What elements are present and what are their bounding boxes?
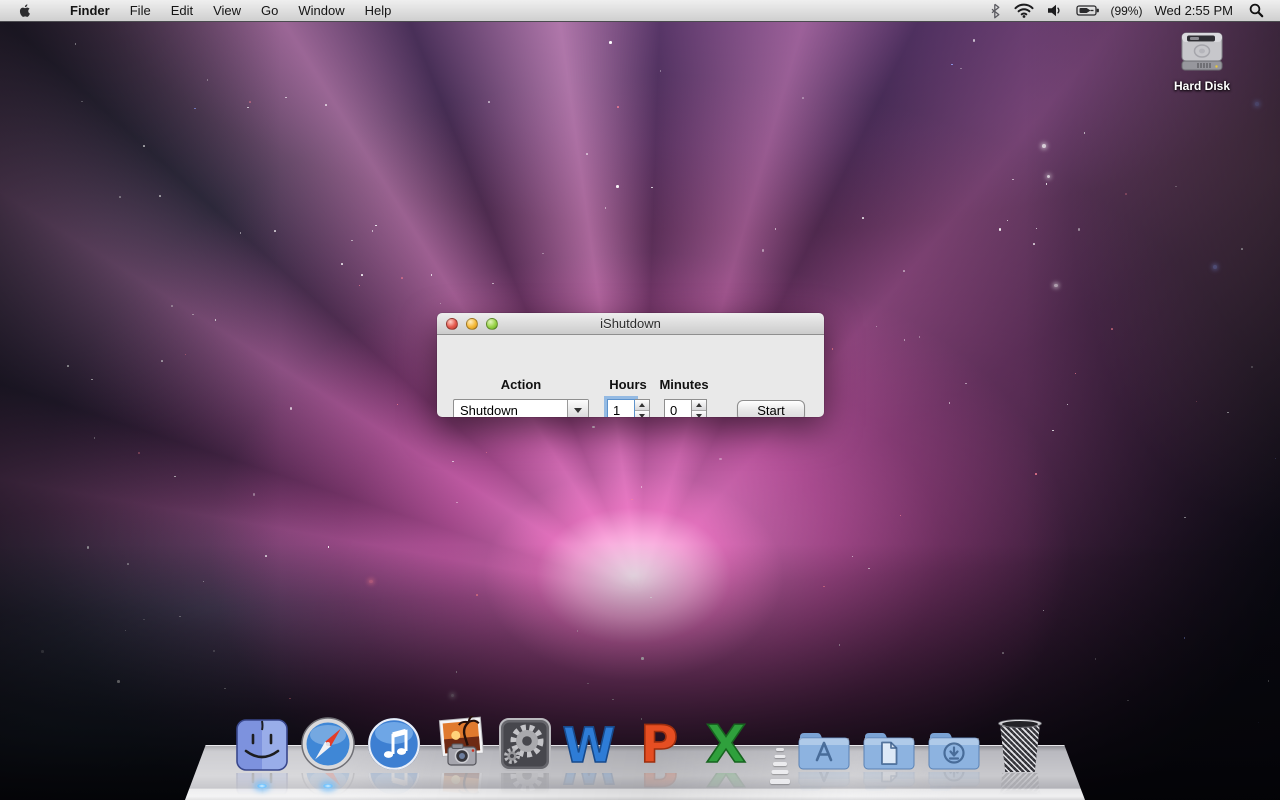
dock-item-word[interactable]: W W bbox=[561, 712, 617, 772]
menu-item-go[interactable]: Go bbox=[251, 0, 288, 22]
system-preferences-icon bbox=[498, 717, 552, 772]
dock-item-downloads-folder[interactable] bbox=[925, 726, 983, 772]
dock-item-powerpoint[interactable]: P P bbox=[633, 712, 685, 772]
window-titlebar[interactable]: iShutdown bbox=[437, 313, 824, 335]
hours-label: Hours bbox=[605, 377, 651, 392]
safari-running-indicator bbox=[322, 783, 334, 789]
volume-menu-extra[interactable] bbox=[1044, 0, 1066, 22]
action-dropdown[interactable]: Shutdown bbox=[453, 399, 589, 417]
battery-menu-extra[interactable] bbox=[1072, 0, 1104, 22]
svg-text:P: P bbox=[640, 715, 678, 772]
window-body: Action Hours Minutes Shutdown 1 0 Start bbox=[437, 335, 824, 417]
dock-item-system-preferences[interactable] bbox=[498, 717, 552, 772]
menu-item-file[interactable]: File bbox=[120, 0, 161, 22]
minutes-input[interactable]: 0 bbox=[664, 399, 692, 417]
dock-item-applications-folder[interactable] bbox=[795, 726, 853, 772]
arrow-down-icon bbox=[639, 414, 645, 417]
action-label: Action bbox=[453, 377, 589, 392]
apple-logo bbox=[18, 2, 34, 19]
dock-divider bbox=[768, 747, 792, 787]
menu-item-view[interactable]: View bbox=[203, 0, 251, 22]
dock-item-image-capture[interactable] bbox=[432, 716, 488, 772]
hours-step-up-button[interactable] bbox=[635, 400, 649, 411]
applications-folder-icon bbox=[795, 726, 853, 772]
spotlight-icon bbox=[1249, 3, 1264, 18]
menu-item-edit[interactable]: Edit bbox=[161, 0, 203, 22]
hours-step-down-button[interactable] bbox=[635, 411, 649, 417]
excel-icon: X bbox=[700, 712, 752, 772]
battery-percent: (99%) bbox=[1110, 4, 1142, 18]
svg-text:X: X bbox=[706, 715, 746, 772]
dock-item-documents-folder[interactable] bbox=[860, 726, 918, 772]
menu-bar: Finder File Edit View Go Window Help bbox=[0, 0, 1280, 22]
finder-icon bbox=[236, 718, 288, 772]
ishutdown-window: iShutdown Action Hours Minutes Shutdown … bbox=[437, 313, 824, 417]
wifi-menu-extra[interactable] bbox=[1010, 0, 1038, 22]
word-icon: W bbox=[561, 712, 617, 772]
hard-disk-icon bbox=[1177, 28, 1227, 76]
menu-item-help[interactable]: Help bbox=[355, 0, 402, 22]
start-button[interactable]: Start bbox=[737, 400, 805, 417]
arrow-down-icon bbox=[696, 414, 702, 417]
svg-text:W: W bbox=[563, 718, 616, 772]
spotlight-menu-extra[interactable] bbox=[1245, 0, 1268, 22]
dock-item-trash[interactable] bbox=[997, 719, 1043, 772]
chevron-down-icon bbox=[574, 408, 582, 413]
window-title: iShutdown bbox=[600, 316, 661, 331]
menu-item-window[interactable]: Window bbox=[288, 0, 354, 22]
itunes-icon bbox=[367, 716, 421, 772]
minutes-label: Minutes bbox=[656, 377, 712, 392]
action-dropdown-value: Shutdown bbox=[454, 400, 567, 417]
minimize-button[interactable] bbox=[466, 318, 478, 330]
bluetooth-menu-extra[interactable] bbox=[986, 0, 1004, 22]
dock-item-safari[interactable] bbox=[301, 716, 355, 772]
wifi-icon bbox=[1014, 3, 1034, 18]
arrow-up-icon bbox=[639, 403, 645, 407]
downloads-folder-icon bbox=[925, 726, 983, 772]
minutes-stepper bbox=[692, 399, 707, 417]
menu-bar-clock[interactable]: Wed 2:55 PM bbox=[1148, 3, 1239, 18]
safari-icon bbox=[301, 716, 355, 772]
close-button[interactable] bbox=[446, 318, 458, 330]
finder-running-indicator bbox=[256, 783, 268, 789]
image-capture-icon bbox=[432, 716, 488, 772]
zoom-button[interactable] bbox=[486, 318, 498, 330]
dock-item-itunes[interactable] bbox=[367, 716, 421, 772]
powerpoint-icon: P bbox=[633, 712, 685, 772]
desktop: Finder File Edit View Go Window Help bbox=[0, 0, 1280, 800]
dock-item-excel[interactable]: X X bbox=[700, 712, 752, 772]
action-dropdown-arrow-button[interactable] bbox=[567, 400, 588, 417]
hard-disk-desktop-icon[interactable]: Hard Disk bbox=[1164, 28, 1240, 93]
battery-icon bbox=[1076, 4, 1100, 17]
hours-stepper bbox=[635, 399, 650, 417]
minutes-step-down-button[interactable] bbox=[692, 411, 706, 417]
apple-menu[interactable] bbox=[0, 2, 48, 19]
bluetooth-icon bbox=[990, 3, 1000, 19]
trash-icon bbox=[997, 719, 1043, 772]
documents-folder-icon bbox=[860, 726, 918, 772]
hours-input[interactable]: 1 bbox=[607, 399, 635, 417]
dock-item-finder[interactable] bbox=[236, 718, 288, 772]
minutes-step-up-button[interactable] bbox=[692, 400, 706, 411]
arrow-up-icon bbox=[696, 403, 702, 407]
volume-icon bbox=[1048, 4, 1062, 17]
hard-disk-label: Hard Disk bbox=[1164, 79, 1240, 93]
menu-item-finder[interactable]: Finder bbox=[60, 0, 120, 22]
